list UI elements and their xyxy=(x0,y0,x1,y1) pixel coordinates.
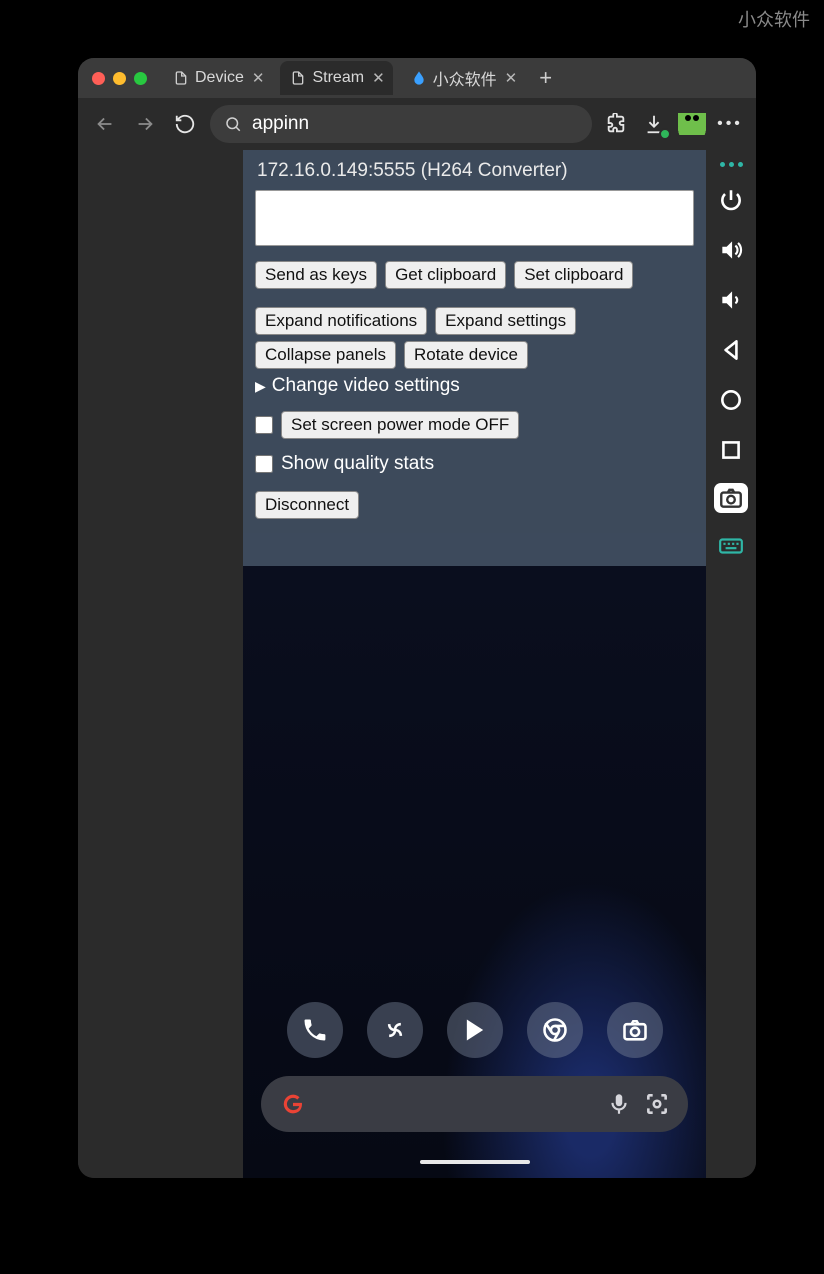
screenshot-icon[interactable] xyxy=(714,483,748,513)
tab-appinn[interactable]: 小众软件 ✕ xyxy=(401,61,526,95)
stream-area: 172.16.0.149:5555 (H264 Converter) Send … xyxy=(243,150,706,1178)
android-nav-handle[interactable] xyxy=(420,1160,530,1164)
downloads-icon[interactable] xyxy=(640,110,668,138)
droplet-icon xyxy=(411,70,427,86)
tab-stream[interactable]: Stream ✕ xyxy=(280,61,392,95)
set-clipboard-button[interactable]: Set clipboard xyxy=(514,261,633,289)
expand-settings-button[interactable]: Expand settings xyxy=(435,307,576,335)
window-controls xyxy=(92,72,147,85)
send-as-keys-button[interactable]: Send as keys xyxy=(255,261,377,289)
overflow-menu-button[interactable]: ••• xyxy=(716,110,744,138)
download-complete-badge xyxy=(659,128,671,140)
frog-icon xyxy=(678,113,706,135)
quality-stats-label: Show quality stats xyxy=(281,453,434,475)
keys-textarea[interactable] xyxy=(255,190,694,246)
profile-avatar[interactable] xyxy=(678,110,706,138)
browser-content: 172.16.0.149:5555 (H264 Converter) Send … xyxy=(78,150,756,1178)
tab-label: Device xyxy=(195,69,244,87)
maximize-window-button[interactable] xyxy=(134,72,147,85)
android-overview-icon[interactable] xyxy=(714,433,748,467)
close-tab-icon[interactable]: ✕ xyxy=(505,69,518,87)
extensions-icon[interactable] xyxy=(602,110,630,138)
google-search-bar[interactable] xyxy=(261,1076,688,1132)
address-input[interactable] xyxy=(252,113,578,135)
google-lens-icon[interactable] xyxy=(644,1091,670,1117)
browser-window: Device ✕ Stream ✕ 小众软件 ✕ + xyxy=(78,58,756,1178)
screen-power-checkbox[interactable] xyxy=(255,416,273,434)
volume-up-icon[interactable] xyxy=(714,233,748,267)
close-window-button[interactable] xyxy=(92,72,105,85)
play-store-icon[interactable] xyxy=(447,1002,503,1058)
android-dock xyxy=(243,1002,706,1058)
new-tab-button[interactable]: + xyxy=(533,65,558,91)
page-icon xyxy=(173,70,189,86)
get-clipboard-button[interactable]: Get clipboard xyxy=(385,261,506,289)
chrome-app-icon[interactable] xyxy=(527,1002,583,1058)
minimize-window-button[interactable] xyxy=(113,72,126,85)
change-video-settings-label: Change video settings xyxy=(272,375,460,397)
google-logo-icon xyxy=(279,1090,307,1118)
window-titlebar: Device ✕ Stream ✕ 小众软件 ✕ + xyxy=(78,58,756,98)
quality-stats-checkbox[interactable] xyxy=(255,455,273,473)
browser-toolbar: ••• xyxy=(78,98,756,150)
device-control-sidebar xyxy=(706,150,756,1178)
more-icon[interactable] xyxy=(720,162,743,167)
device-screen[interactable] xyxy=(243,566,706,1178)
tab-label: 小众软件 xyxy=(433,66,497,90)
triangle-right-icon: ▶ xyxy=(255,378,266,395)
page-icon xyxy=(290,70,306,86)
camera-app-icon[interactable] xyxy=(607,1002,663,1058)
phone-app-icon[interactable] xyxy=(287,1002,343,1058)
left-margin xyxy=(78,150,243,1178)
control-panel: 172.16.0.149:5555 (H264 Converter) Send … xyxy=(243,150,706,533)
collapse-panels-button[interactable]: Collapse panels xyxy=(255,341,396,369)
close-tab-icon[interactable]: ✕ xyxy=(252,69,265,87)
forward-button[interactable] xyxy=(130,109,160,139)
disconnect-button[interactable]: Disconnect xyxy=(255,491,359,519)
watermark-text: 小众软件 xyxy=(738,6,810,32)
search-icon xyxy=(224,115,242,133)
reload-button[interactable] xyxy=(170,109,200,139)
screen-power-off-button[interactable]: Set screen power mode OFF xyxy=(281,411,519,439)
address-bar[interactable] xyxy=(210,105,592,143)
android-back-icon[interactable] xyxy=(714,333,748,367)
volume-down-icon[interactable] xyxy=(714,283,748,317)
connection-title: 172.16.0.149:5555 (H264 Converter) xyxy=(257,160,694,182)
voice-search-icon[interactable] xyxy=(606,1091,632,1117)
keyboard-toggle-icon[interactable] xyxy=(714,529,748,563)
android-home-icon[interactable] xyxy=(714,383,748,417)
back-button[interactable] xyxy=(90,109,120,139)
change-video-settings-toggle[interactable]: ▶ Change video settings xyxy=(255,375,694,397)
power-button-icon[interactable] xyxy=(714,183,748,217)
tab-label: Stream xyxy=(312,69,364,87)
rotate-device-button[interactable]: Rotate device xyxy=(404,341,528,369)
expand-notifications-button[interactable]: Expand notifications xyxy=(255,307,427,335)
photos-app-icon[interactable] xyxy=(367,1002,423,1058)
close-tab-icon[interactable]: ✕ xyxy=(372,69,385,87)
tab-device[interactable]: Device ✕ xyxy=(163,61,272,95)
